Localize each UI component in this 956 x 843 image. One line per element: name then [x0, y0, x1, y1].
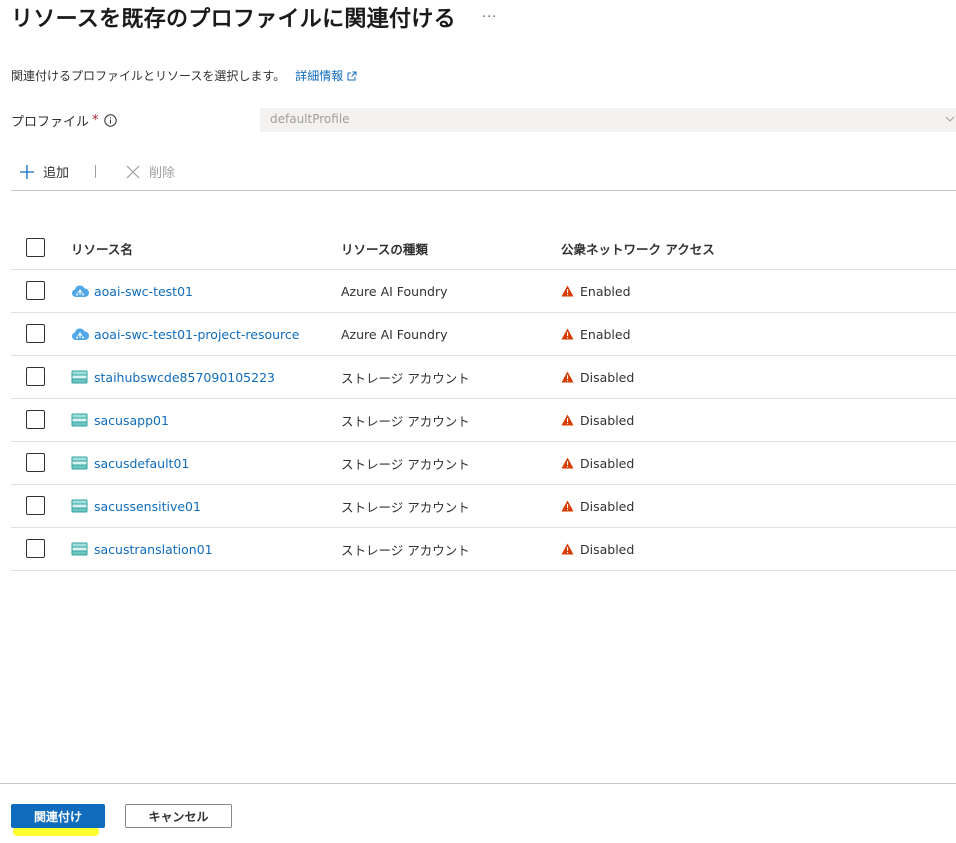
network-access-value: Enabled: [580, 326, 631, 342]
resource-name-cell: aoai-swc-test01-project-resource: [71, 313, 299, 355]
resource-name-cell: aoai-swc-test01: [71, 270, 193, 312]
resource-type-cell: ストレージ アカウント: [341, 499, 470, 515]
row-checkbox[interactable]: [26, 539, 45, 558]
learn-more-link[interactable]: 詳細情報: [295, 67, 357, 84]
associate-button[interactable]: 関連付け: [11, 804, 105, 828]
row-checkbox[interactable]: [26, 281, 45, 300]
network-access-value: Disabled: [580, 498, 635, 514]
resource-type-cell: ストレージ アカウント: [341, 542, 470, 558]
close-icon: [126, 165, 140, 178]
warning-icon: [561, 285, 574, 297]
resource-name-link[interactable]: sacusapp01: [94, 413, 169, 428]
table-row[interactable]: aoai-swc-test01-project-resource Azure AI…: [11, 313, 956, 356]
network-access-cell: Disabled: [561, 399, 634, 441]
network-access-cell: Disabled: [561, 442, 634, 484]
row-checkbox[interactable]: [26, 496, 45, 515]
row-checkbox[interactable]: [26, 410, 45, 429]
learn-more-label: 詳細情報: [295, 69, 344, 83]
resource-name-cell: sacusdefault01: [71, 442, 189, 484]
resource-name-cell: sacussensitive01: [71, 485, 201, 527]
description: 関連付けるプロファイルとリソースを選択します。 詳細情報: [11, 67, 357, 84]
table-row[interactable]: sacusapp01 ストレージ アカウント Disabled: [11, 399, 956, 442]
warning-icon: [561, 414, 574, 426]
resource-name-cell: sacusapp01: [71, 399, 169, 441]
resource-type-cell: ストレージ アカウント: [341, 370, 470, 386]
resource-type-cell: ストレージ アカウント: [341, 413, 470, 429]
row-checkbox[interactable]: [26, 367, 45, 386]
warning-icon: [561, 328, 574, 340]
table-row[interactable]: sacustranslation01 ストレージ アカウント Disabled: [11, 528, 956, 571]
row-checkbox[interactable]: [26, 324, 45, 343]
command-bar: 追加 削除: [11, 161, 956, 191]
resource-type-cell: Azure AI Foundry: [341, 283, 448, 299]
row-checkbox[interactable]: [26, 453, 45, 472]
resource-name-link[interactable]: staihubswcde857090105223: [94, 370, 275, 385]
profile-dropdown[interactable]: defaultProfile: [260, 108, 956, 132]
warning-icon: [561, 371, 574, 383]
profile-label-text: プロファイル: [11, 115, 90, 130]
resource-name-link[interactable]: sacustranslation01: [94, 542, 213, 557]
table-row[interactable]: sacusdefault01 ストレージ アカウント Disabled: [11, 442, 956, 485]
column-header-name[interactable]: リソース名: [71, 227, 133, 269]
delete-button[interactable]: 削除: [126, 162, 175, 181]
ai-foundry-cloud-icon: [71, 282, 89, 300]
network-access-value: Disabled: [580, 369, 635, 385]
network-access-value: Disabled: [580, 541, 635, 557]
resource-name-cell: sacustranslation01: [71, 528, 213, 570]
resource-name-link[interactable]: aoai-swc-test01-project-resource: [94, 327, 299, 342]
resource-table: リソース名 リソースの種類 公衆ネットワーク アクセス aoai-swc-tes…: [11, 227, 956, 571]
network-access-value: Enabled: [580, 283, 631, 299]
resource-type-cell: ストレージ アカウント: [341, 456, 470, 472]
plus-icon: [20, 164, 34, 179]
column-header-type[interactable]: リソースの種類: [341, 227, 428, 269]
title-row: リソースを既存のプロファイルに関連付ける ···: [11, 0, 497, 34]
resource-name-link[interactable]: sacussensitive01: [94, 499, 201, 514]
storage-account-icon: [71, 368, 89, 386]
storage-account-icon: [71, 540, 89, 558]
table-body: aoai-swc-test01 Azure AI Foundry Enabled ao…: [11, 270, 956, 571]
warning-icon: [561, 457, 574, 469]
warning-icon: [561, 500, 574, 512]
network-access-cell: Disabled: [561, 485, 634, 527]
info-icon[interactable]: [103, 114, 117, 127]
chevron-down-icon: [945, 113, 955, 127]
warning-icon: [561, 543, 574, 555]
network-access-value: Disabled: [580, 412, 635, 428]
required-mark: *: [92, 113, 99, 128]
description-text: 関連付けるプロファイルとリソースを選択します。: [11, 69, 286, 83]
storage-account-icon: [71, 411, 89, 429]
ai-foundry-cloud-icon: [71, 325, 89, 343]
select-all-checkbox[interactable]: [26, 238, 45, 257]
network-access-cell: Enabled: [561, 313, 631, 355]
table-header: リソース名 リソースの種類 公衆ネットワーク アクセス: [11, 227, 956, 270]
storage-account-icon: [71, 454, 89, 472]
table-row[interactable]: staihubswcde857090105223 ストレージ アカウント Disab…: [11, 356, 956, 399]
network-access-value: Disabled: [580, 455, 635, 471]
resource-name-link[interactable]: sacusdefault01: [94, 456, 189, 471]
network-access-cell: Enabled: [561, 270, 631, 312]
highlight-mark: [13, 827, 99, 836]
cancel-button[interactable]: キャンセル: [125, 804, 232, 828]
footer-divider: [0, 783, 956, 784]
add-button[interactable]: 追加: [19, 162, 69, 181]
add-label: 追加: [43, 166, 70, 181]
resource-name-link[interactable]: aoai-swc-test01: [94, 284, 193, 299]
external-link-icon: [347, 71, 357, 80]
profile-label: プロファイル *: [11, 111, 117, 130]
table-row[interactable]: sacussensitive01 ストレージ アカウント Disabled: [11, 485, 956, 528]
network-access-cell: Disabled: [561, 356, 634, 398]
network-access-cell: Disabled: [561, 528, 634, 570]
table-row[interactable]: aoai-swc-test01 Azure AI Foundry Enabled: [11, 270, 956, 313]
resource-type-cell: Azure AI Foundry: [341, 326, 448, 342]
storage-account-icon: [71, 497, 89, 515]
column-header-network[interactable]: 公衆ネットワーク アクセス: [561, 227, 715, 269]
more-options-icon[interactable]: ···: [482, 10, 497, 25]
profile-dropdown-value: defaultProfile: [270, 112, 350, 126]
page-title: リソースを既存のプロファイルに関連付ける: [11, 7, 456, 32]
resource-name-cell: staihubswcde857090105223: [71, 356, 275, 398]
delete-label: 削除: [149, 166, 176, 181]
toolbar-divider: [95, 165, 96, 178]
